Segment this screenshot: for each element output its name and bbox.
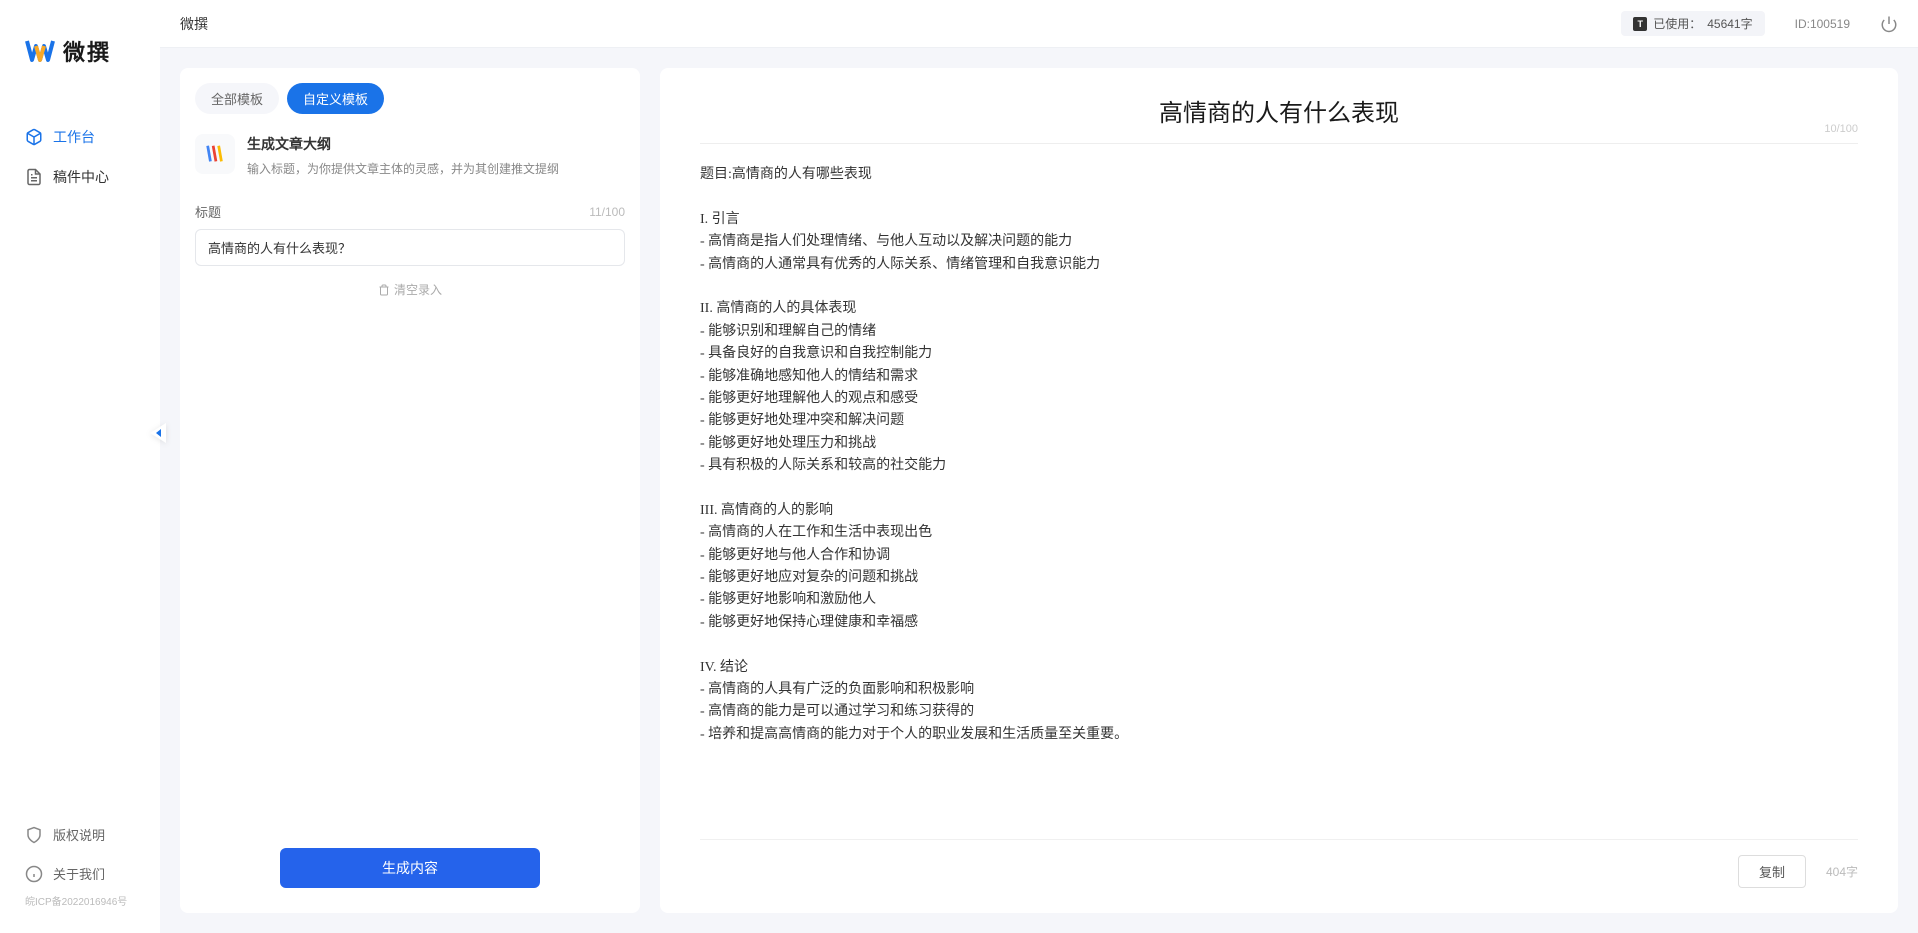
nav-copyright[interactable]: 版权说明 xyxy=(0,815,160,854)
title-label: 标题 xyxy=(195,202,221,221)
copy-button[interactable]: 复制 xyxy=(1738,855,1806,888)
output-title-count: 10/100 xyxy=(1824,123,1858,135)
main: 微撰 T 已使用： 45641字 ID:100519 全部模板 自定义模板 xyxy=(160,0,1918,933)
template-tabs: 全部模板 自定义模板 xyxy=(180,68,640,114)
nav-label: 关于我们 xyxy=(53,864,105,883)
output-panel: 高情商的人有什么表现 10/100 题目:高情商的人有哪些表现 I. 引言 - … xyxy=(660,68,1898,913)
info-icon xyxy=(25,865,43,883)
sidebar: 微撰 工作台 稿件中心 版权说明 关于我们 皖ICP备2 xyxy=(0,0,160,933)
form-section: 标题 11/100 清空录入 xyxy=(180,187,640,833)
clear-input-button[interactable]: 清空录入 xyxy=(195,281,625,298)
usage-prefix: 已使用： xyxy=(1653,15,1701,32)
template-icon xyxy=(195,134,235,174)
nav-label: 稿件中心 xyxy=(53,167,109,187)
clear-label: 清空录入 xyxy=(394,281,442,298)
logo-text: 微撰 xyxy=(63,35,111,67)
header: 微撰 T 已使用： 45641字 ID:100519 xyxy=(160,0,1918,48)
field-header: 标题 11/100 xyxy=(195,202,625,221)
title-input[interactable] xyxy=(195,229,625,266)
main-nav: 工作台 稿件中心 xyxy=(0,117,160,815)
collapse-sidebar-handle[interactable] xyxy=(150,423,166,448)
user-id: ID:100519 xyxy=(1795,17,1850,31)
output-word-count: 404字 xyxy=(1826,863,1858,880)
output-footer: 复制 404字 xyxy=(700,839,1858,888)
nav-drafts[interactable]: 稿件中心 xyxy=(0,157,160,197)
output-title: 高情商的人有什么表现 xyxy=(700,93,1858,128)
icp-number: 皖ICP备2022016946号 xyxy=(0,893,160,908)
cube-icon xyxy=(25,128,43,146)
generate-button[interactable]: 生成内容 xyxy=(280,848,540,888)
content: 全部模板 自定义模板 生成文章大纲 输入标题，为你提供文章主体的灵感，并为其创建… xyxy=(160,48,1918,933)
output-body[interactable]: 题目:高情商的人有哪些表现 I. 引言 - 高情商是指人们处理情绪、与他人互动以… xyxy=(700,164,1858,839)
tab-custom-templates[interactable]: 自定义模板 xyxy=(287,83,384,114)
generate-wrap: 生成内容 xyxy=(180,833,640,913)
template-meta: 生成文章大纲 输入标题，为你提供文章主体的灵感，并为其创建推文提纲 xyxy=(247,134,559,177)
template-info: 生成文章大纲 输入标题，为你提供文章主体的灵感，并为其创建推文提纲 xyxy=(180,114,640,187)
bottom-nav: 版权说明 关于我们 皖ICP备2022016946号 xyxy=(0,815,160,918)
header-title: 微撰 xyxy=(180,14,208,34)
usage-value: 45641字 xyxy=(1707,15,1752,32)
nav-workspace[interactable]: 工作台 xyxy=(0,117,160,157)
logo[interactable]: 微撰 xyxy=(0,15,160,117)
document-icon xyxy=(25,168,43,186)
template-name: 生成文章大纲 xyxy=(247,134,559,154)
header-right: T 已使用： 45641字 ID:100519 xyxy=(1621,11,1898,36)
nav-label: 工作台 xyxy=(53,127,95,147)
text-icon: T xyxy=(1633,17,1647,31)
template-desc: 输入标题，为你提供文章主体的灵感，并为其创建推文提纲 xyxy=(247,160,559,177)
shield-icon xyxy=(25,826,43,844)
logo-icon xyxy=(25,38,55,64)
tab-all-templates[interactable]: 全部模板 xyxy=(195,83,279,114)
title-char-count: 11/100 xyxy=(589,205,625,219)
power-icon[interactable] xyxy=(1880,15,1898,33)
input-panel: 全部模板 自定义模板 生成文章大纲 输入标题，为你提供文章主体的灵感，并为其创建… xyxy=(180,68,640,913)
output-header: 高情商的人有什么表现 10/100 xyxy=(700,93,1858,144)
nav-about[interactable]: 关于我们 xyxy=(0,854,160,893)
nav-label: 版权说明 xyxy=(53,825,105,844)
usage-badge[interactable]: T 已使用： 45641字 xyxy=(1621,11,1764,36)
